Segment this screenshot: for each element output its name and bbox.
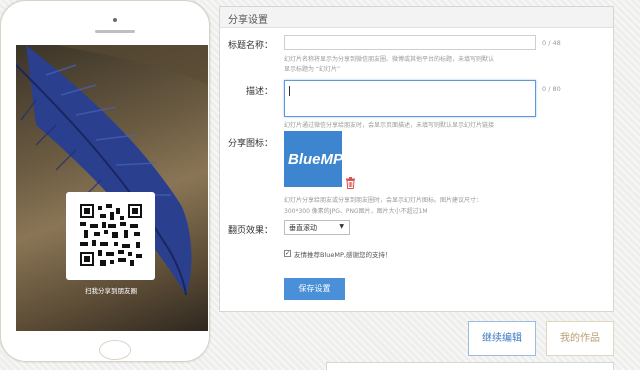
share-icon-hint-line1: 幻灯片分享给朋友或分享到朋友圈时，会显示幻灯片图标。图片建议尺寸： <box>284 197 483 204</box>
share-icon-label: 分享图标： <box>228 139 274 149</box>
qr-card <box>66 192 155 280</box>
save-settings-button[interactable]: 保存设置 <box>284 278 345 300</box>
phone-home-button <box>99 340 131 360</box>
recommend-label: 友情推荐BlueMP,感谢您的支持！ <box>294 251 392 259</box>
bottom-panel-edge <box>326 362 614 370</box>
description-label: 描述： <box>246 87 274 97</box>
share-icon-hint-line2: 300*300 像素的JPG、PNG图片，图片大小不超过1M <box>284 208 428 215</box>
qr-caption: 扫我分享到朋友圈 <box>85 287 137 295</box>
phone-preview: 扫我分享到朋友圈 <box>0 0 210 362</box>
page-effect-value: 垂直滚动 <box>289 224 317 232</box>
share-settings-panel: 分享设置 标题名称： 0 / 48 幻灯片名称将显示为分享到微信朋友圈、微博或其… <box>219 6 614 312</box>
title-hint-line2: 显示标题为 “幻灯片” <box>284 66 341 73</box>
share-icon-image[interactable]: BlueMP <box>284 131 344 187</box>
qr-code-icon[interactable] <box>80 204 142 266</box>
description-input[interactable] <box>284 80 536 117</box>
phone-camera <box>113 18 117 22</box>
text-caret <box>289 86 290 96</box>
bluemp-logo: BlueMP <box>288 151 344 168</box>
page-effect-label: 翻页效果： <box>228 226 274 236</box>
title-counter: 0 / 48 <box>542 39 561 47</box>
trash-icon[interactable] <box>345 177 356 189</box>
my-works-button[interactable]: 我的作品 <box>546 321 614 356</box>
title-label: 标题名称： <box>228 41 274 51</box>
recommend-checkbox[interactable]: ✓ <box>284 250 291 257</box>
panel-title: 分享设置 <box>220 7 613 28</box>
phone-speaker <box>95 30 135 33</box>
description-counter: 0 / 80 <box>542 85 561 93</box>
title-input[interactable] <box>284 35 536 50</box>
description-hint: 幻灯片通过微信分享给朋友时，会显示页面描述，未填写则默认显示幻灯片链接 <box>284 122 495 129</box>
dropdown-arrow-icon: ▼ <box>339 223 344 230</box>
continue-editing-button[interactable]: 继续编辑 <box>468 321 536 356</box>
title-hint-line1: 幻灯片名称将显示为分享到微信朋友圈、微博或其他平台的标题，未填写则默认 <box>284 56 495 63</box>
page-effect-select[interactable]: 垂直滚动 ▼ <box>284 220 350 235</box>
